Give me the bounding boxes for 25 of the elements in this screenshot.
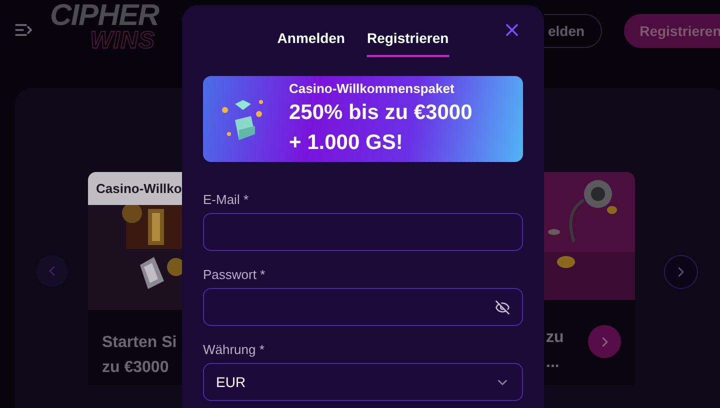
eye-off-icon[interactable]: [495, 300, 510, 314]
card-title: Starten Si: [102, 333, 178, 353]
banner-headline: + 1.000 GS!: [289, 130, 404, 156]
card-tag: Casino-Willko: [88, 172, 182, 205]
next-button[interactable]: [664, 255, 698, 289]
field-label: E-Mail *: [203, 191, 250, 208]
previous-button[interactable]: [36, 255, 68, 287]
card-title: ...: [545, 353, 560, 373]
card-title: zu €3000: [102, 358, 170, 378]
promo-card[interactable]: zu ...: [544, 172, 635, 385]
email-field[interactable]: [203, 213, 523, 251]
dialog-tab[interactable]: Registrieren: [366, 28, 449, 57]
card-title: zu: [545, 328, 564, 348]
field-label: Passwort *: [203, 266, 266, 283]
field-label: Währung *: [203, 341, 266, 358]
password-field[interactable]: [203, 288, 523, 326]
menu-icon[interactable]: [14, 22, 34, 38]
banner-subtitle: Casino-Willkommenspaket: [289, 80, 456, 98]
dialog-tab[interactable]: Anmelden: [277, 28, 345, 57]
promo-card[interactable]: Casino-Willko Starten Si zu €3000: [88, 172, 182, 385]
logo-text: CIPHER: [50, 2, 159, 30]
currency-select[interactable]: EUR: [203, 363, 523, 401]
banner-headline: 250% bis zu €3000: [289, 100, 472, 126]
logo-text: WINS: [89, 30, 156, 52]
card-arrow-button[interactable]: [588, 325, 621, 358]
